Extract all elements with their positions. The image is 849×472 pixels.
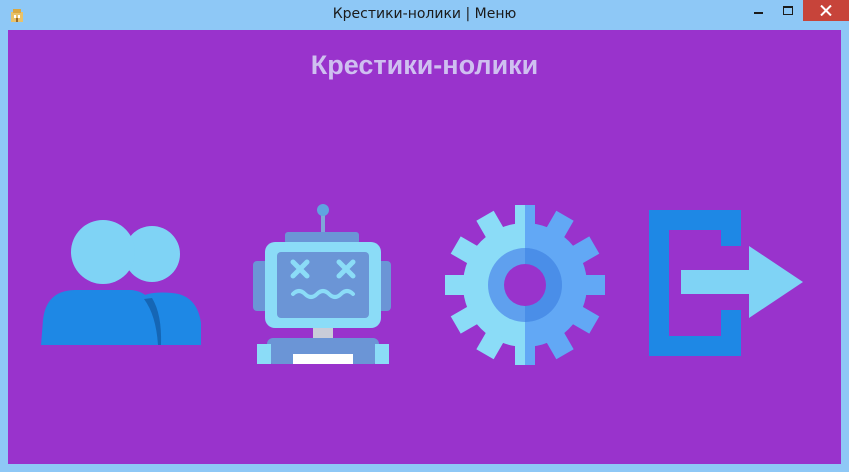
window-title: Крестики-нолики | Меню bbox=[332, 6, 517, 22]
page-title: Крестики-нолики bbox=[310, 50, 539, 80]
exit-icon bbox=[649, 210, 803, 356]
minimize-button[interactable] bbox=[743, 0, 773, 21]
settings-button[interactable] bbox=[444, 204, 606, 366]
two-players-button[interactable] bbox=[40, 219, 202, 347]
gear-icon bbox=[445, 205, 605, 365]
exit-button[interactable] bbox=[649, 210, 803, 356]
title-bar[interactable]: Крестики-нолики | Меню bbox=[0, 0, 849, 30]
robot-icon bbox=[253, 204, 391, 364]
app-window: Крестики-нолики | Меню Крестики-нолики bbox=[0, 0, 849, 472]
window-controls bbox=[743, 0, 849, 22]
vs-computer-button[interactable] bbox=[253, 204, 393, 364]
close-button[interactable] bbox=[803, 0, 849, 21]
menu-screen: Крестики-нолики bbox=[8, 30, 841, 464]
maximize-button[interactable] bbox=[773, 0, 803, 21]
close-icon bbox=[820, 5, 832, 16]
users-icon bbox=[41, 220, 201, 345]
